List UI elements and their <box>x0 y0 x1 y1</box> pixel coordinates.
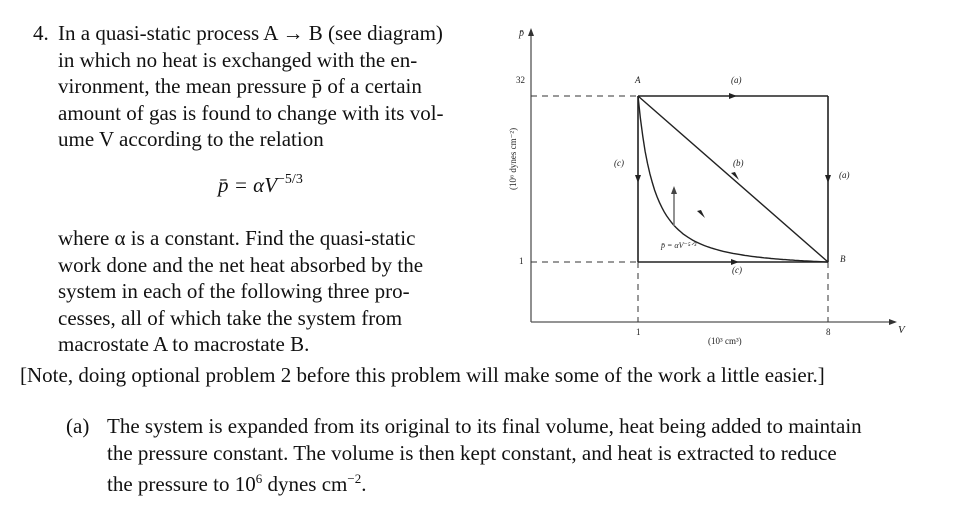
body-paragraph: where α is a constant. Find the quasi-st… <box>58 225 491 358</box>
note-text: [Note, doing optional problem 2 before t… <box>20 363 825 387</box>
y-axis-arrow-icon <box>528 28 534 36</box>
equation-exponent: −5/3 <box>277 172 303 187</box>
point-b-label: B <box>840 254 846 264</box>
x-tick-8: 8 <box>826 327 831 337</box>
path-b-diagonal <box>637 95 829 263</box>
x-axis-arrow-icon <box>889 319 897 325</box>
x-axis-symbol: V <box>898 324 906 336</box>
body-line: macrostate A to macrostate B. <box>58 332 310 356</box>
body-line: cesses, all of which take the system fro… <box>58 305 403 330</box>
x-tick-1: 1 <box>636 327 641 337</box>
intro-line: In a quasi-static process A → B (see dia… <box>58 21 443 45</box>
intro-line: amount of gas is found to change with it… <box>58 100 444 125</box>
body-line: where α is a constant. Find the quasi-st… <box>58 226 416 250</box>
path-c-left-label: (c) <box>614 158 624 168</box>
point-a-label: A <box>634 75 641 85</box>
part-a-line-last: the pressure to 106 dynes cm−2. <box>107 471 367 496</box>
intro-line: in which no heat is exchanged with the e… <box>58 47 418 72</box>
part-a-line: The system is expanded from its original… <box>107 414 862 438</box>
body-line: work done and the net heat absorbed by t… <box>58 252 424 277</box>
path-a-top-label: (a) <box>731 75 742 85</box>
y-tick-1: 1 <box>519 256 524 266</box>
curve-pointer-arrow-icon <box>671 186 677 194</box>
path-a-horizontal-arrow-icon <box>729 93 737 99</box>
path-a-vertical-arrow-icon <box>825 175 831 183</box>
problem-intro: 4. In a quasi-static process A → B (see … <box>33 20 493 153</box>
path-b-label: (b) <box>733 158 744 168</box>
equation-lhs: p̄ = αV <box>218 173 278 197</box>
x-axis-unit: (10³ cm³) <box>708 336 742 346</box>
adiabatic-arrow-icon <box>697 210 705 218</box>
y-axis-symbol: p̄ <box>518 28 524 39</box>
path-b-arrow-icon <box>731 172 739 180</box>
y-tick-32: 32 <box>516 75 525 85</box>
intro-paragraph: In a quasi-static process A → B (see dia… <box>58 20 493 153</box>
path-c-bottom-label: (c) <box>732 265 742 275</box>
body-line: system in each of the following three pr… <box>58 279 410 303</box>
part-a-body: The system is expanded from its original… <box>107 413 946 498</box>
relation-equation: p̄ = αV−5/3 <box>218 172 303 198</box>
path-c-vertical-arrow-icon <box>635 175 641 183</box>
intro-line: vironment, the mean pressure p̄ of a cer… <box>58 74 422 98</box>
path-c-horizontal-arrow-icon <box>731 259 739 265</box>
adiabatic-curve <box>637 95 829 263</box>
path-a-right-label: (a) <box>839 170 850 180</box>
intro-line: ume V according to the relation <box>58 127 324 151</box>
part-a-line: the pressure constant. The volume is the… <box>107 440 837 465</box>
curve-label: p̄ = αV⁻⁵ᐟ³ <box>660 241 697 250</box>
y-axis-unit: (10⁶ dynes cm⁻²) <box>508 128 518 190</box>
part-a-label: (a) <box>66 414 90 438</box>
problem-number: 4. <box>33 21 49 45</box>
part-a: (a) The system is expanded from its orig… <box>66 413 946 498</box>
